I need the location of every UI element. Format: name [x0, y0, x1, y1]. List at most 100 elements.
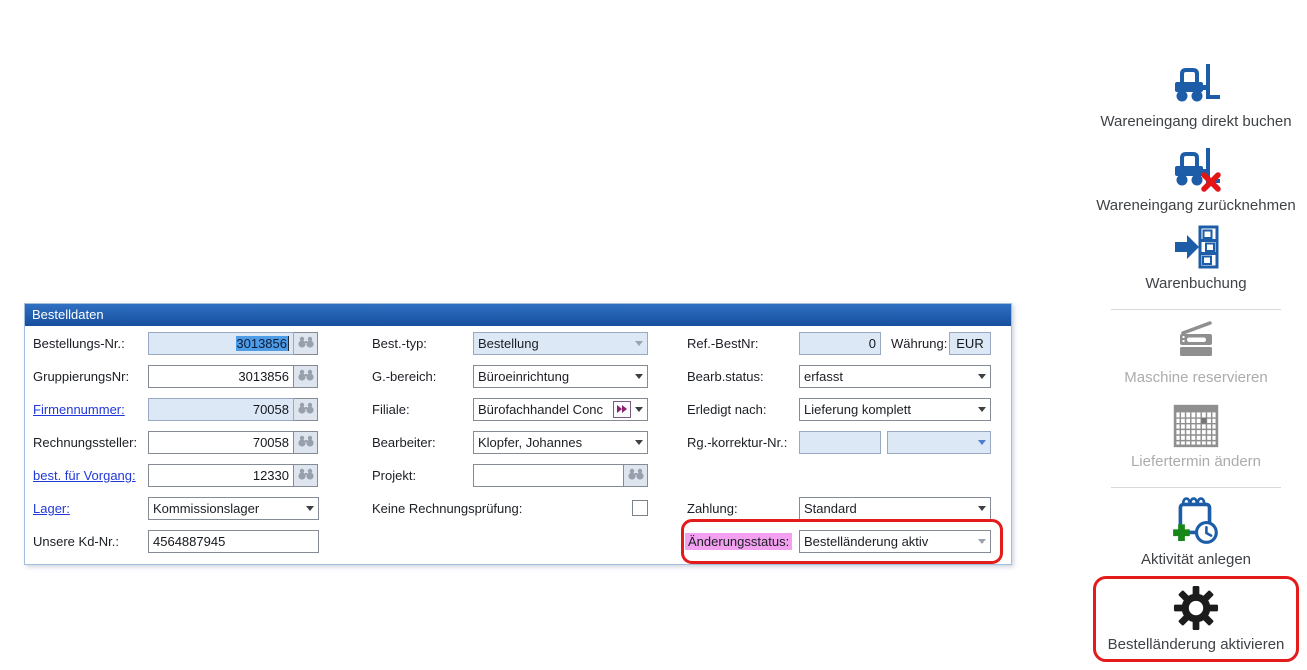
sidebar-item-label: Aktivität anlegen: [1141, 551, 1251, 568]
chevron-down-icon: [306, 506, 314, 511]
rgkorrektur-label: Rg.-korrektur-Nr.:: [687, 435, 787, 450]
bearbeiter-dropdown[interactable]: Klopfer, Johannes: [473, 431, 648, 454]
gruppierungsnr-label: GruppierungsNr:: [33, 369, 129, 384]
sidebar-item-liefertermin-aendern: Liefertermin ändern: [1085, 404, 1307, 470]
sidebar-item-wareneingang-direkt-buchen[interactable]: Wareneingang direkt buchen: [1085, 60, 1307, 130]
action-sidebar: Wareneingang direkt buchen Wareneingang …: [1085, 0, 1307, 670]
vorgang-link[interactable]: best. für Vorgang:: [33, 468, 136, 483]
filiale-detail-button[interactable]: [613, 401, 631, 418]
vorgang-search-button[interactable]: [294, 464, 318, 487]
bestellnr-search-button[interactable]: [294, 332, 318, 355]
bestellnr-field[interactable]: 3013856: [148, 332, 294, 355]
waehrung-field[interactable]: EUR: [949, 332, 991, 355]
refbestnr-field[interactable]: 0: [799, 332, 881, 355]
rechnungssteller-field[interactable]: 70058: [148, 431, 294, 454]
chevron-down-icon: [978, 407, 986, 412]
waehrung-label: Währung:: [891, 336, 947, 351]
sidebar-item-label: Warenbuchung: [1145, 275, 1246, 292]
panel-title: Bestelldaten: [25, 304, 1011, 326]
bearbstatus-dropdown[interactable]: erfasst: [799, 365, 991, 388]
gruppierungsnr-field[interactable]: 3013856: [148, 365, 294, 388]
zahlung-dropdown[interactable]: Standard: [799, 497, 991, 520]
binoculars-icon: [297, 368, 315, 385]
binoculars-icon: [297, 467, 315, 484]
projekt-field[interactable]: [473, 464, 624, 487]
gruppierungsnr-search-button[interactable]: [294, 365, 318, 388]
sidebar-item-wareneingang-zuruecknehmen[interactable]: Wareneingang zurücknehmen: [1085, 144, 1307, 214]
sidebar-item-warenbuchung[interactable]: Warenbuchung: [1085, 224, 1307, 292]
bestellnr-fieldwrap: 3013856: [148, 332, 318, 355]
lager-dropdown[interactable]: Kommissionslager: [148, 497, 319, 520]
gbereich-dropdown[interactable]: Büroeinrichtung: [473, 365, 648, 388]
lager-link[interactable]: Lager:: [33, 501, 70, 516]
copier-icon: [1173, 318, 1219, 364]
rgkorrektur-field[interactable]: [799, 431, 881, 454]
gbereich-value: Büroeinrichtung: [478, 369, 631, 384]
bearbstatus-label: Bearb.status:: [687, 369, 764, 384]
projekt-search-button[interactable]: [624, 464, 648, 487]
filiale-value: Bürofachhandel Conc: [478, 402, 610, 417]
projekt-label: Projekt:: [372, 468, 416, 483]
forklift-cancel-icon: [1170, 144, 1222, 192]
bearbstatus-value: erfasst: [804, 369, 974, 384]
shelf-arrow-icon: [1173, 224, 1219, 270]
filiale-label: Filiale:: [372, 402, 410, 417]
kdnr-label: Unsere Kd-Nr.:: [33, 534, 119, 549]
bestellnr-label: Bestellungs-Nr.:: [33, 336, 125, 351]
filiale-dropdown[interactable]: Bürofachhandel Conc: [473, 398, 648, 421]
selected-text: 3013856: [236, 336, 289, 351]
rechnungssteller-search-button[interactable]: [294, 431, 318, 454]
besttyp-dropdown[interactable]: Bestellung: [473, 332, 648, 355]
chevron-down-icon: [635, 374, 643, 379]
pruefung-label: Keine Rechnungsprüfung:: [372, 501, 522, 516]
vorgang-fieldwrap: 12330: [148, 464, 318, 487]
sidebar-separator: [1111, 487, 1281, 488]
erledigt-label: Erledigt nach:: [687, 402, 767, 417]
sidebar-item-aktivitaet-anlegen[interactable]: Aktivität anlegen: [1085, 494, 1307, 568]
chevron-down-icon: [978, 506, 986, 511]
sidebar-item-label: Wareneingang direkt buchen: [1100, 113, 1291, 130]
kdnr-field[interactable]: 4564887945: [148, 530, 319, 553]
bearbeiter-label: Bearbeiter:: [372, 435, 436, 450]
gruppierungsnr-fieldwrap: 3013856: [148, 365, 318, 388]
gear-icon: [1173, 585, 1219, 631]
erledigt-dropdown[interactable]: Lieferung komplett: [799, 398, 991, 421]
refbestnr-label: Ref.-BestNr:: [687, 336, 759, 351]
binoculars-icon: [297, 335, 315, 352]
firmennummer-link[interactable]: Firmennummer:: [33, 402, 125, 417]
pruefung-checkbox[interactable]: [632, 500, 648, 516]
rgkorrektur-dropdown[interactable]: [887, 431, 991, 454]
lager-value: Kommissionslager: [153, 501, 302, 516]
binoculars-icon: [297, 434, 315, 451]
rechnungssteller-fieldwrap: 70058: [148, 431, 318, 454]
binoculars-icon: [297, 401, 315, 418]
firmennummer-fieldwrap: 70058: [148, 398, 318, 421]
firmennummer-search-button[interactable]: [294, 398, 318, 421]
chevron-down-icon: [978, 374, 986, 379]
besttyp-label: Best.-typ:: [372, 336, 427, 351]
chevron-down-icon: [978, 539, 986, 544]
sidebar-item-label: Wareneingang zurücknehmen: [1096, 197, 1296, 214]
calendar-grid-icon: [1173, 404, 1219, 448]
bearbeiter-value: Klopfer, Johannes: [478, 435, 631, 450]
double-chevron-right-icon: [616, 402, 628, 417]
aenderung-value: Bestelländerung aktiv: [804, 534, 974, 549]
chevron-down-icon: [635, 440, 643, 445]
chevron-down-icon: [635, 407, 643, 412]
sidebar-item-bestellaenderung-aktivieren[interactable]: Bestelländerung aktivieren: [1085, 585, 1307, 653]
forklift-icon: [1170, 60, 1222, 108]
gbereich-label: G.-bereich:: [372, 369, 436, 384]
bestelldaten-panel: Bestelldaten Bestellungs-Nr.: 3013856 Gr…: [24, 303, 1012, 565]
erledigt-value: Lieferung komplett: [804, 402, 974, 417]
aenderung-dropdown[interactable]: Bestelländerung aktiv: [799, 530, 991, 553]
chevron-down-icon: [635, 341, 643, 346]
vorgang-field[interactable]: 12330: [148, 464, 294, 487]
calendar-plus-clock-icon: [1170, 494, 1222, 546]
rechnungssteller-label: Rechnungssteller:: [33, 435, 137, 450]
sidebar-item-label: Maschine reservieren: [1124, 369, 1267, 386]
chevron-down-icon: [978, 440, 986, 445]
sidebar-item-maschine-reservieren: Maschine reservieren: [1085, 318, 1307, 386]
binoculars-icon: [627, 467, 645, 484]
firmennummer-field[interactable]: 70058: [148, 398, 294, 421]
besttyp-value: Bestellung: [478, 336, 631, 351]
